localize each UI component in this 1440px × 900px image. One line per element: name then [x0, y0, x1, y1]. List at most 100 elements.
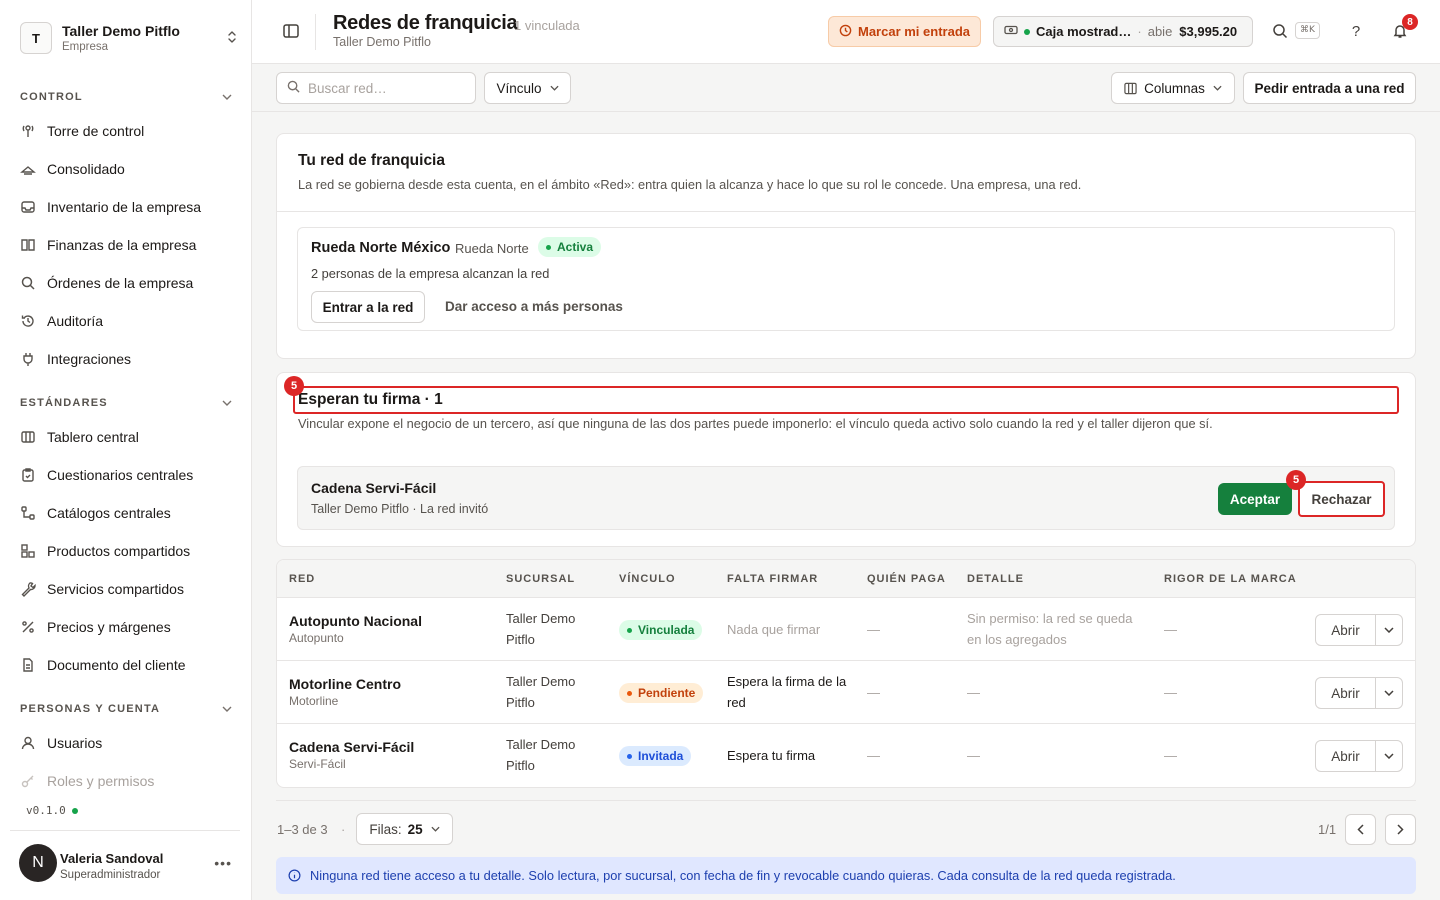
detail-cell: Sin permiso: la red se queda en los agre… [967, 611, 1133, 647]
rigor-cell: — [1164, 748, 1177, 763]
nav-item-productos[interactable]: Productos compartidos [20, 536, 232, 566]
nav-item-finanzas[interactable]: Finanzas de la empresa [20, 230, 232, 260]
page-indicator: 1/1 [1318, 822, 1337, 837]
enter-network-button[interactable]: Entrar a la red [311, 291, 425, 323]
search-icon [287, 80, 300, 96]
table-row[interactable]: Cadena Servi-Fácil Servi-Fácil Taller De… [277, 724, 1415, 787]
search-input[interactable] [308, 80, 468, 96]
nav-item-label: Auditoría [47, 313, 104, 329]
chevron-down-icon[interactable] [1376, 741, 1402, 771]
section-personas[interactable]: PERSONAS Y CUENTA [20, 701, 232, 717]
nav-item-cuestionarios[interactable]: Cuestionarios centrales [20, 460, 232, 490]
chevron-updown-icon [224, 30, 240, 46]
columns-button[interactable]: Columnas [1111, 72, 1235, 104]
help-icon[interactable]: ? [1347, 22, 1365, 40]
nav-item-label: Órdenes de la empresa [47, 275, 194, 291]
reject-button[interactable]: Rechazar [1298, 481, 1385, 517]
next-page-button[interactable] [1385, 814, 1416, 845]
own-network-card: Tu red de franquicia La red se gobierna … [276, 133, 1416, 359]
column-header[interactable]: SUCURSAL [506, 573, 575, 585]
nav-item-label: Servicios compartidos [47, 581, 184, 597]
mark-entry-button[interactable]: Marcar mi entrada [828, 16, 981, 47]
info-icon [288, 869, 301, 882]
column-header[interactable]: VÍNCULO [619, 573, 676, 585]
boxes-icon [20, 543, 36, 559]
cash-register-selector[interactable]: Caja mostrad… · abie $3,995.20 [993, 16, 1253, 47]
nav-item-label: Consolidado [47, 161, 125, 177]
nav-item-roles[interactable]: Roles y permisos [20, 766, 232, 796]
chevron-down-icon[interactable] [1376, 678, 1402, 708]
nav-item-ordenes[interactable]: Órdenes de la empresa [20, 268, 232, 298]
step-marker: 5 [284, 376, 304, 396]
nav-item-precios[interactable]: Precios y márgenes [20, 612, 232, 642]
nav-item-label: Precios y márgenes [47, 619, 171, 635]
column-header[interactable]: DETALLE [967, 573, 1024, 585]
rows-per-page-select[interactable]: Filas: 25 [356, 813, 453, 845]
table-row[interactable]: Motorline Centro Motorline Taller Demo P… [277, 661, 1415, 724]
open-split-button: Abrir [1315, 614, 1403, 646]
link-filter-select[interactable]: Vínculo [484, 72, 571, 104]
user-name: Valeria Sandoval [60, 851, 164, 866]
networks-table: RED SUCURSAL VÍNCULO FALTA FIRMAR QUIÉN … [276, 559, 1416, 788]
nav-item-usuarios[interactable]: Usuarios [20, 728, 232, 758]
open-button[interactable]: Abrir [1316, 678, 1376, 708]
chevron-down-icon [1213, 83, 1222, 93]
sidebar: T Taller Demo Pitflo Empresa CONTROL Tor… [0, 0, 252, 900]
nav-item-servicios[interactable]: Servicios compartidos [20, 574, 232, 604]
notification-badge: 8 [1402, 14, 1418, 30]
user-menu[interactable]: N Valeria Sandoval Superadministrador ••… [10, 830, 240, 900]
grant-access-button[interactable]: Dar acceso a más personas [445, 299, 623, 314]
detail-cell: — [967, 748, 980, 763]
open-button[interactable]: Abrir [1316, 615, 1376, 645]
prev-page-button[interactable] [1345, 814, 1376, 845]
payer-cell: — [867, 622, 880, 637]
column-header[interactable]: FALTA FIRMAR [727, 573, 818, 585]
column-header[interactable]: RED [289, 573, 315, 585]
status-badge: Activa [538, 237, 602, 257]
section-control[interactable]: CONTROL [20, 89, 232, 105]
section-title: Tu red de franquicia [298, 152, 445, 169]
hierarchy-icon [20, 505, 36, 521]
request-entry-button[interactable]: Pedir entrada a una red [1243, 72, 1416, 104]
accept-button[interactable]: Aceptar [1218, 483, 1292, 515]
org-switcher[interactable]: T Taller Demo Pitflo Empresa [20, 18, 240, 58]
network-people-count: 2 personas de la empresa alcanzan la red [311, 266, 550, 281]
wrench-icon [20, 581, 36, 597]
search-icon[interactable] [1271, 22, 1289, 40]
status-dot [546, 244, 551, 250]
pending-cell: Espera la firma de la red [727, 674, 847, 710]
sidebar-toggle-icon[interactable] [282, 22, 300, 40]
divider [277, 211, 1415, 212]
nav-item-integraciones[interactable]: Integraciones [20, 344, 232, 374]
more-horizontal-icon[interactable]: ••• [214, 855, 232, 871]
table-row[interactable]: Autopunto Nacional Autopunto Taller Demo… [277, 598, 1415, 661]
invitation-subtitle: Taller Demo Pitflo · La red invitó [311, 502, 489, 516]
rigor-cell: — [1164, 622, 1177, 637]
nav-item-documento[interactable]: Documento del cliente [20, 650, 232, 680]
chevron-down-icon[interactable] [1376, 615, 1402, 645]
nav-item-torre-de-control[interactable]: Torre de control [20, 116, 232, 146]
chevron-down-icon [222, 92, 232, 103]
open-button[interactable]: Abrir [1316, 741, 1376, 771]
layers-icon [20, 161, 36, 177]
nav-item-inventario[interactable]: Inventario de la empresa [20, 192, 232, 222]
network-name: Rueda Norte México [311, 240, 451, 256]
nav-item-consolidado[interactable]: Consolidado [20, 154, 232, 184]
network-short-name: Autopunto [289, 631, 344, 645]
search-field[interactable] [276, 72, 476, 104]
network-name: Autopunto Nacional [289, 613, 422, 629]
page-subtitle: Taller Demo Pitflo [333, 35, 431, 49]
network-short-name: Servi-Fácil [289, 757, 346, 771]
section-estandares[interactable]: ESTÁNDARES [20, 395, 232, 411]
column-header[interactable]: QUIÉN PAGA [867, 573, 946, 585]
cash-status: abie [1147, 24, 1173, 39]
invitation-item: Cadena Servi-Fácil Taller Demo Pitflo · … [297, 466, 1395, 530]
nav-item-auditoria[interactable]: Auditoría [20, 306, 232, 336]
highlight-box [293, 386, 1399, 414]
nav-item-catalogos[interactable]: Catálogos centrales [20, 498, 232, 528]
privacy-notice: Ninguna red tiene acceso a tu detalle. S… [276, 857, 1416, 894]
chevron-down-icon [222, 704, 232, 715]
pending-signatures-card: Esperan tu firma · 1 5 Vincular expone e… [276, 372, 1416, 547]
column-header[interactable]: RIGOR DE LA MARCA [1164, 573, 1297, 585]
nav-item-tablero-central[interactable]: Tablero central [20, 422, 232, 452]
